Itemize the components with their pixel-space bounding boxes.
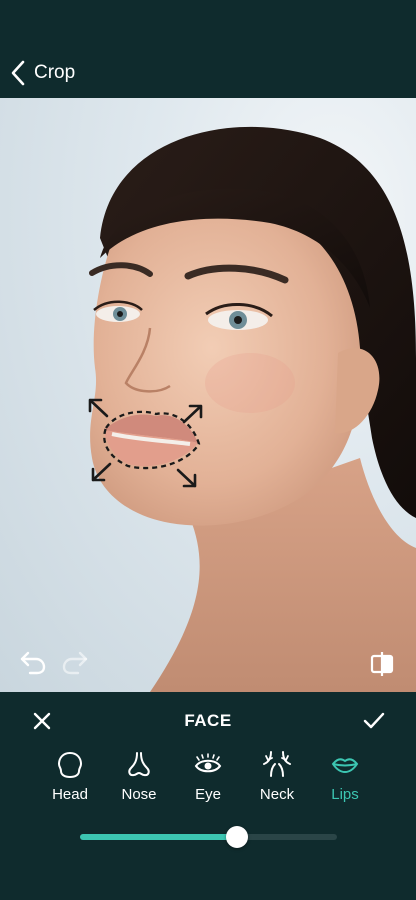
nose-icon [109, 748, 169, 782]
intensity-slider[interactable] [80, 826, 337, 848]
eye-icon [178, 748, 238, 782]
slider-fill [80, 834, 237, 840]
lips-icon [315, 748, 375, 782]
tool-label: Head [52, 786, 88, 803]
tool-head[interactable]: Head [40, 748, 100, 803]
tool-neck[interactable]: Neck [247, 748, 307, 803]
confirm-button[interactable] [361, 709, 387, 738]
back-label: Crop [34, 62, 76, 83]
checkmark-icon [361, 712, 387, 737]
tool-label: Neck [259, 786, 295, 803]
tool-label: Lips [331, 786, 359, 803]
back-button[interactable]: Crop [10, 58, 75, 88]
undo-button[interactable] [18, 649, 48, 680]
slider-thumb[interactable] [225, 826, 248, 848]
tool-bar: Head Nose Eye Neck Lips [0, 748, 416, 808]
tool-lips[interactable]: Lips [315, 748, 375, 803]
compare-button[interactable] [368, 650, 396, 683]
neck-icon [247, 748, 307, 782]
tool-eye[interactable]: Eye [178, 748, 238, 803]
photo-canvas[interactable] [0, 98, 416, 692]
tool-nose[interactable]: Nose [109, 748, 169, 803]
top-bar: Crop [0, 0, 416, 98]
panel-title: FACE [184, 711, 232, 730]
portrait-image [88, 126, 416, 692]
head-icon [40, 748, 100, 782]
redo-icon [60, 651, 90, 679]
chevron-left-icon [10, 60, 26, 86]
compare-icon [368, 652, 396, 682]
redo-button[interactable] [60, 649, 90, 680]
tool-label: Eye [195, 786, 221, 803]
tool-label: Nose [121, 786, 157, 803]
undo-icon [18, 651, 48, 679]
